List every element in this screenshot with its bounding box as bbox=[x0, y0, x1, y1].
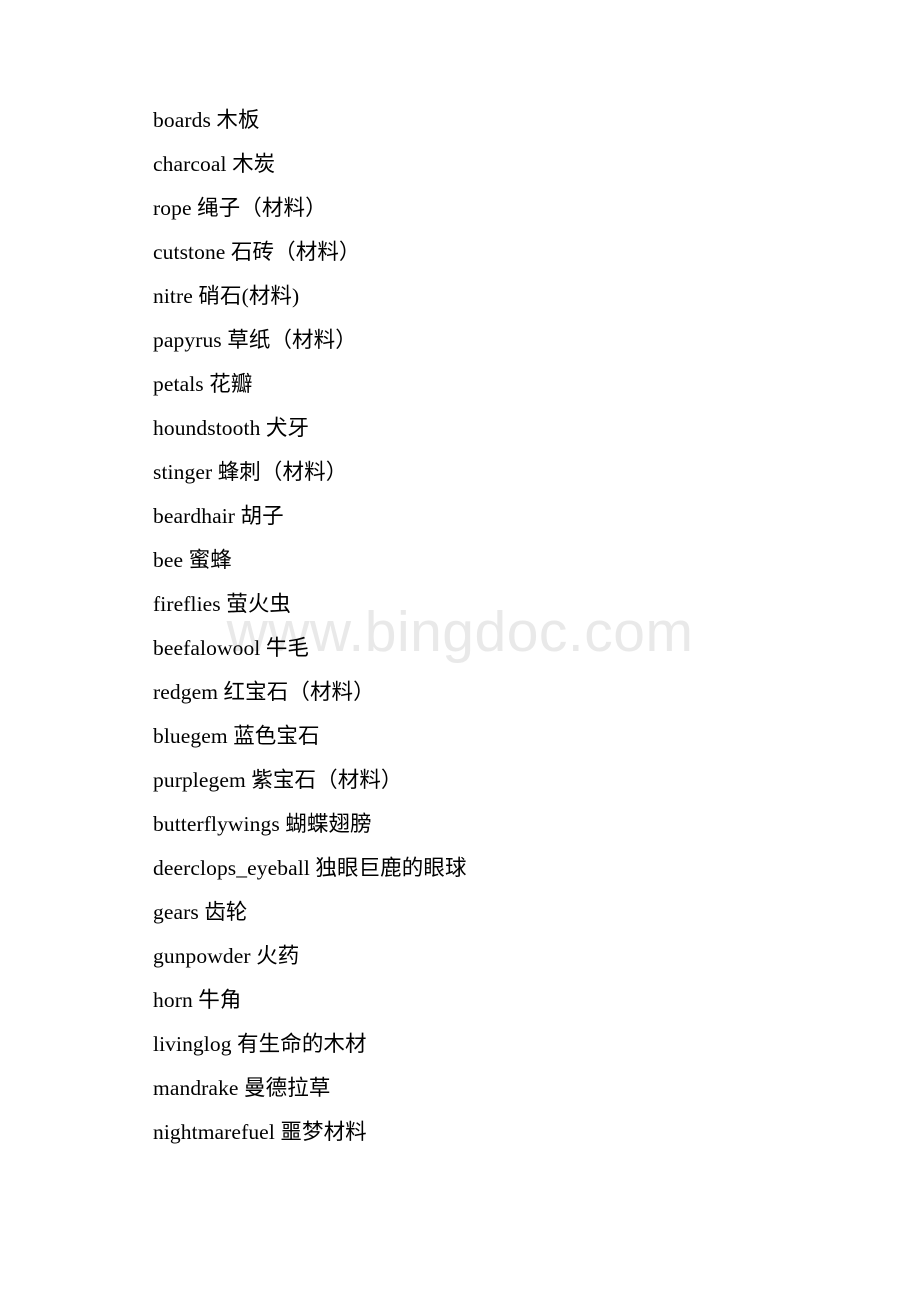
list-item: nitre 硝石(材料) bbox=[153, 284, 300, 308]
list-item: stinger 蜂刺（材料） bbox=[153, 460, 348, 484]
list-item: mandrake 曼德拉草 bbox=[153, 1076, 331, 1100]
list-item: petals 花瓣 bbox=[153, 372, 253, 396]
glossary-list: boards 木板 charcoal 木炭 rope 绳子（材料） cutsto… bbox=[153, 98, 860, 1154]
list-item: livinglog 有生命的木材 bbox=[153, 1032, 367, 1056]
list-item: purplegem 紫宝石（材料） bbox=[153, 768, 403, 792]
list-item: houndstooth 犬牙 bbox=[153, 416, 310, 440]
list-item: gears 齿轮 bbox=[153, 900, 248, 924]
document-body: boards 木板 charcoal 木炭 rope 绳子（材料） cutsto… bbox=[153, 98, 860, 1154]
list-item: boards 木板 bbox=[153, 108, 260, 132]
list-item: rope 绳子（材料） bbox=[153, 196, 327, 220]
list-item: bluegem 蓝色宝石 bbox=[153, 724, 320, 748]
list-item: charcoal 木炭 bbox=[153, 152, 276, 176]
list-item: bee 蜜蜂 bbox=[153, 548, 232, 572]
list-item: redgem 红宝石（材料） bbox=[153, 680, 375, 704]
list-item: cutstone 石砖（材料） bbox=[153, 240, 361, 264]
list-item: deerclops_eyeball 独眼巨鹿的眼球 bbox=[153, 856, 467, 880]
list-item: beardhair 胡子 bbox=[153, 504, 284, 528]
list-item: butterflywings 蝴蝶翅膀 bbox=[153, 812, 372, 836]
list-item: horn 牛角 bbox=[153, 988, 242, 1012]
list-item: fireflies 萤火虫 bbox=[153, 592, 292, 616]
document-page: www.bingdoc.com boards 木板 charcoal 木炭 ro… bbox=[0, 0, 920, 1302]
list-item: beefalowool 牛毛 bbox=[153, 636, 310, 660]
list-item: nightmarefuel 噩梦材料 bbox=[153, 1120, 367, 1144]
list-item: papyrus 草纸（材料） bbox=[153, 328, 357, 352]
list-item: gunpowder 火药 bbox=[153, 944, 300, 968]
